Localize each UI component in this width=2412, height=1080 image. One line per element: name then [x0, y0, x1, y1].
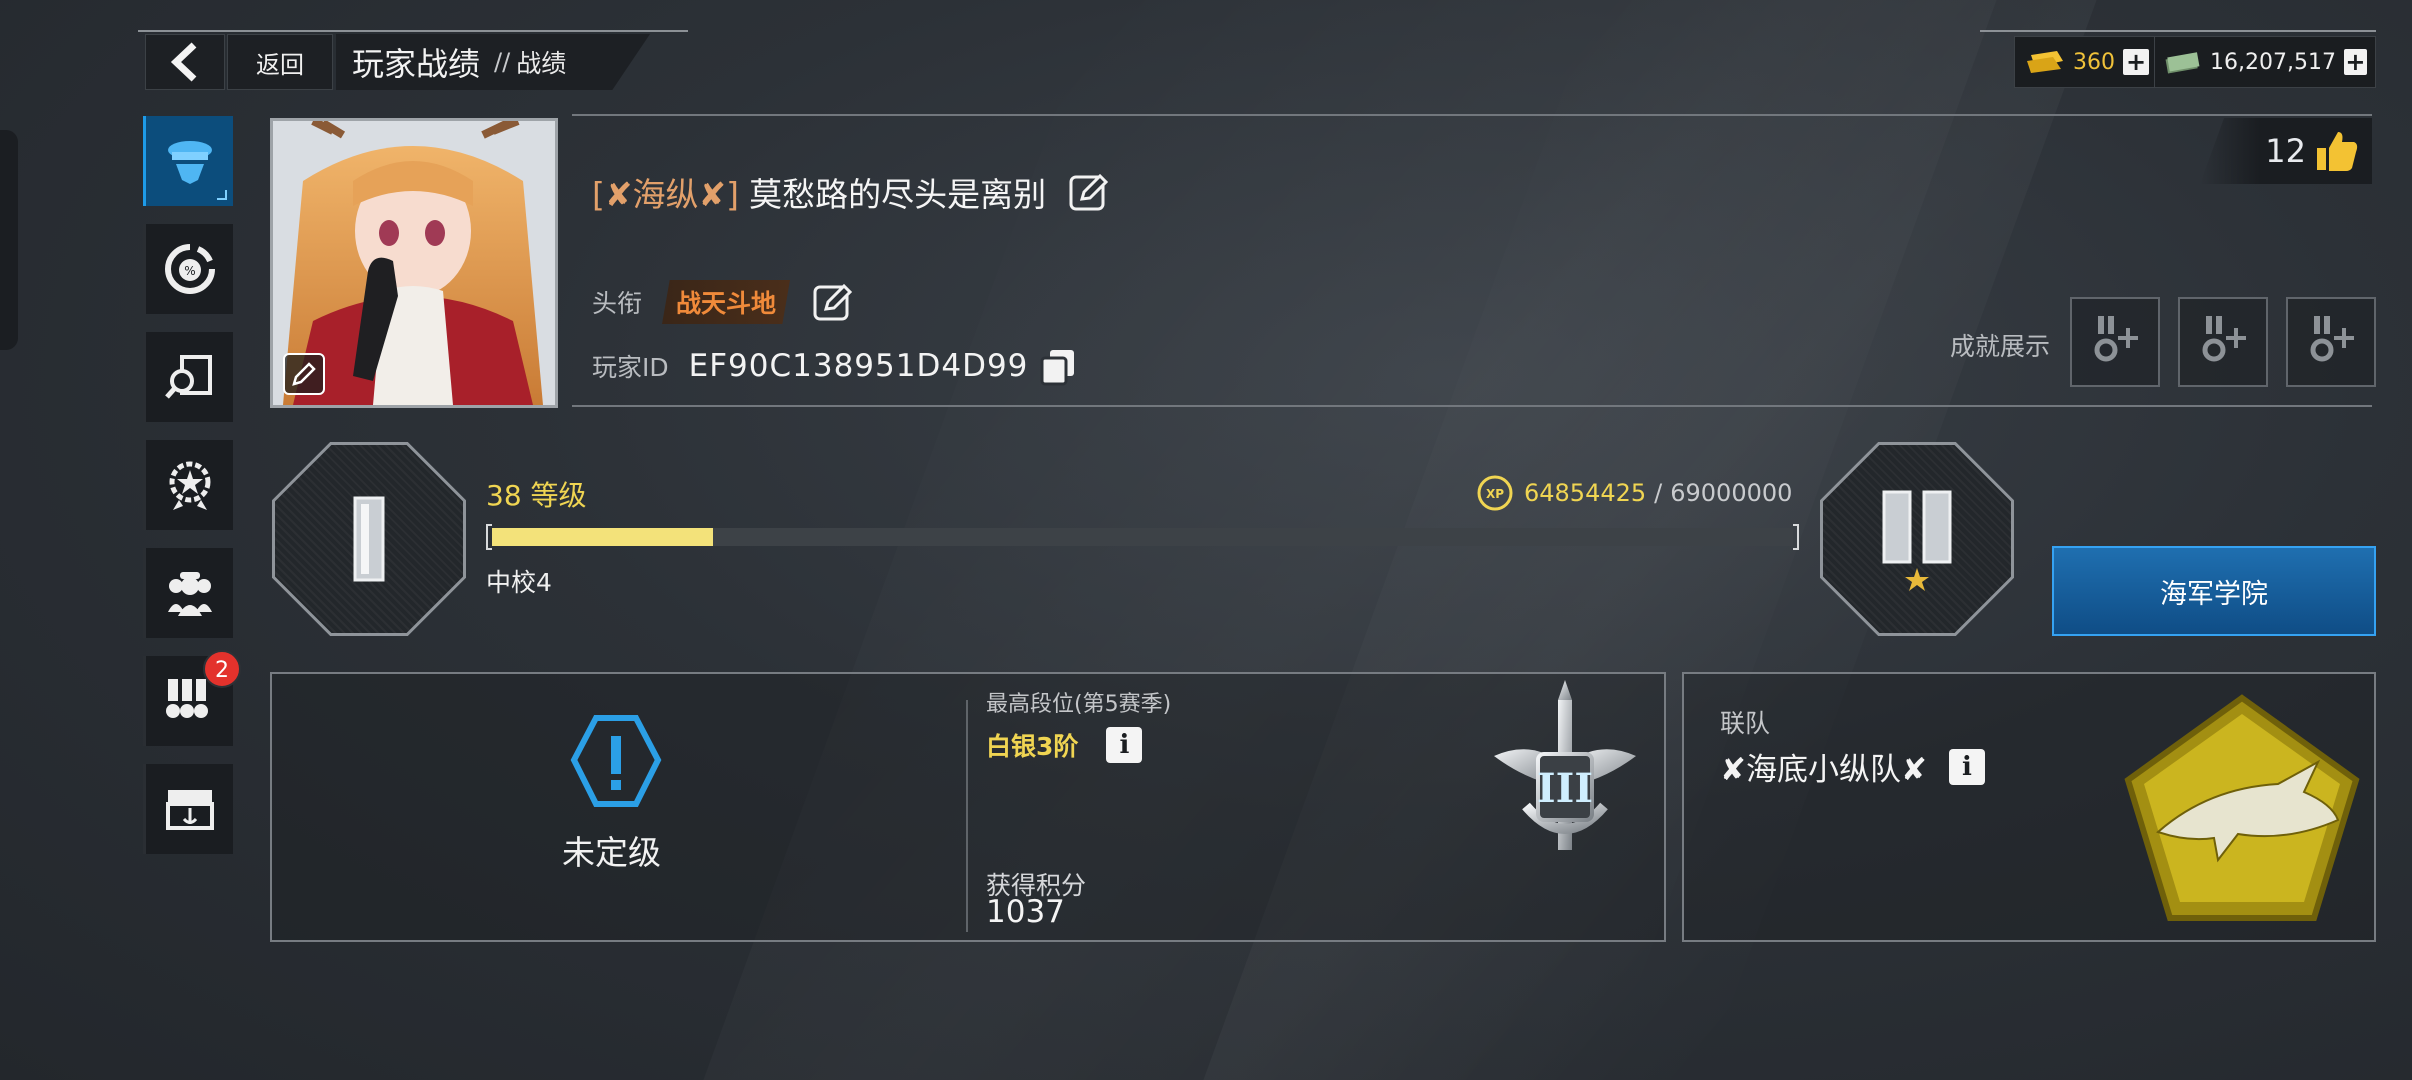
sidebar-item-crew[interactable]	[143, 548, 233, 638]
fleet-info-icon[interactable]: i	[1948, 748, 1985, 785]
profile-divider-top	[572, 114, 2372, 116]
ranking-panel	[270, 672, 1666, 942]
add-gold-button[interactable]: +	[2123, 49, 2149, 75]
officer-cap-icon	[167, 141, 212, 184]
notification-badge: 2	[203, 650, 241, 688]
unranked-status: 未定级	[562, 833, 661, 872]
player-name-row: [✘海纵✘] 莫愁路的尽头是离别	[592, 168, 1110, 216]
banknote-icon	[2165, 52, 2200, 74]
single-bar-insignia-icon	[353, 496, 385, 582]
back-button[interactable]	[145, 34, 225, 90]
best-rank-value: 白银3阶	[986, 732, 1079, 761]
current-rank-emblem	[272, 442, 466, 636]
player-id-label: 玩家ID	[592, 353, 669, 382]
sidebar-item-emblem[interactable]	[143, 440, 233, 530]
xp-readout: XP 64854425 / 69000000	[1476, 474, 1792, 512]
player-name: 莫愁路的尽头是离别	[749, 175, 1047, 214]
svg-text:XP: XP	[1486, 487, 1504, 501]
magnifier-search-icon	[164, 355, 212, 399]
fleet-name: ✘海底小纵队✘	[1720, 752, 1927, 788]
cash-currency: 16,207,517 +	[2154, 36, 2376, 88]
anchor-chest-icon	[165, 790, 214, 830]
level-label: 等级	[530, 479, 587, 512]
score-value: 1037	[986, 894, 1065, 930]
gold-amount: 360	[2073, 49, 2115, 75]
xp-current: 64854425	[1524, 479, 1647, 507]
add-cash-button[interactable]: +	[2343, 49, 2367, 75]
star-wheel-emblem-icon	[169, 461, 210, 510]
achievements-label: 成就展示	[1950, 332, 2051, 361]
header-line-left	[138, 30, 688, 32]
like-counter[interactable]: 12	[2200, 118, 2372, 184]
title-label: 头衔	[592, 289, 643, 318]
fleet-label: 联队	[1720, 709, 1771, 738]
ranking-divider	[966, 700, 968, 932]
gold-bar-icon	[2027, 51, 2063, 73]
silver-rank-emblem-icon: III	[1494, 680, 1636, 850]
xp-coin-icon: XP	[1477, 475, 1513, 511]
svg-text:%: %	[184, 264, 195, 278]
warning-hexagon-icon	[570, 715, 662, 807]
player-id-row: 玩家ID EF90C138951D4D99	[592, 346, 1078, 386]
rank-name: 中校4	[486, 568, 552, 597]
xp-progress-fill	[492, 528, 713, 546]
player-title-row: 头衔 战天斗地	[592, 280, 854, 324]
sidebar-item-profile[interactable]	[143, 116, 233, 206]
crew-members-icon	[167, 572, 212, 616]
chevron-left-icon	[170, 42, 197, 82]
back-label-button[interactable]: 返回	[227, 34, 333, 90]
achievement-slot-3[interactable]	[2286, 297, 2376, 387]
edit-name-icon[interactable]	[1068, 171, 1110, 213]
achievement-slot-1[interactable]	[2070, 297, 2160, 387]
shark-fleet-badge-icon	[2124, 694, 2360, 921]
achievement-slot-2[interactable]	[2178, 297, 2268, 387]
best-rank-label: 最高段位(第5赛季)	[986, 692, 1172, 717]
clan-tag: [✘海纵✘]	[592, 175, 740, 214]
screen-bezel	[0, 130, 18, 350]
edit-title-icon[interactable]	[812, 281, 854, 323]
profile-divider-bottom	[572, 405, 2372, 407]
fleet-name-row: ✘海底小纵队✘ i	[1720, 744, 1985, 789]
medal-add-icon	[2310, 316, 2354, 362]
player-title-tag: 战天斗地	[662, 280, 791, 324]
percent-gauge-icon: %	[164, 244, 215, 294]
naval-academy-button[interactable]: 海军学院	[2052, 546, 2376, 636]
back-label: 返回	[256, 50, 304, 79]
pencil-icon	[292, 362, 316, 386]
sidebar-item-stats[interactable]: %	[143, 224, 233, 314]
xp-progress-bar	[486, 524, 1799, 550]
cash-amount: 16,207,517	[2209, 49, 2336, 75]
level-number: 38	[486, 479, 522, 512]
double-bar-star-insignia-icon	[1882, 490, 1952, 591]
rank-numeral: III	[1537, 765, 1593, 812]
header-line-right	[1980, 30, 2376, 32]
next-rank-emblem	[1820, 442, 2014, 636]
medal-add-icon	[2202, 316, 2246, 362]
copy-icon[interactable]	[1038, 346, 1078, 386]
xp-separator: /	[1654, 479, 1663, 507]
player-avatar[interactable]	[270, 118, 558, 408]
breadcrumb-separator: //	[494, 48, 511, 76]
sidebar-item-depot[interactable]	[143, 764, 233, 854]
page-subtitle: 战绩	[516, 49, 567, 78]
xp-max: 69000000	[1670, 479, 1793, 507]
edit-avatar-button[interactable]	[283, 353, 325, 395]
best-rank-row: 白银3阶 i	[986, 727, 1143, 763]
like-count: 12	[2265, 132, 2306, 170]
sidebar-item-records[interactable]	[143, 332, 233, 422]
player-level: 38 等级	[486, 474, 587, 514]
gold-currency: 360 +	[2014, 36, 2160, 88]
medal-add-icon	[2094, 316, 2138, 362]
page-title-bar: 玩家战绩 // 战绩	[336, 34, 650, 90]
page-title: 玩家战绩	[352, 45, 481, 83]
best-rank-info-icon[interactable]: i	[1106, 727, 1143, 763]
player-id-value: EF90C138951D4D99	[688, 348, 1029, 384]
sidebar-item-medals[interactable]: 2	[143, 650, 241, 746]
thumbs-up-icon	[2317, 132, 2358, 171]
